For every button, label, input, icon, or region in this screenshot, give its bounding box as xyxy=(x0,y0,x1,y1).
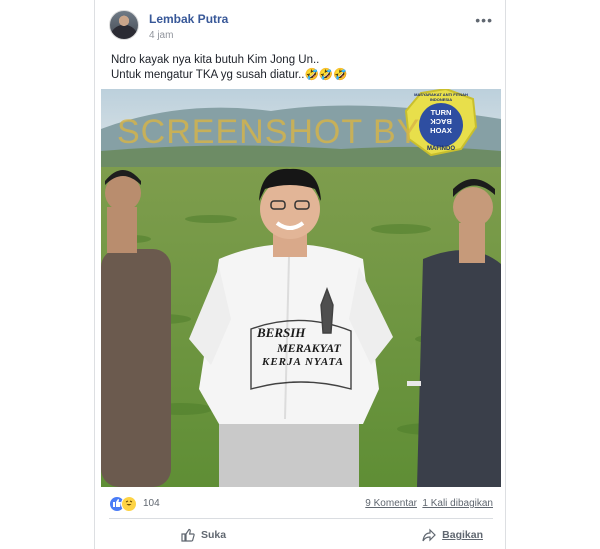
post-photo[interactable]: SCREENSHOT BY MASYARAKAT ANTI FITNAH IND… xyxy=(101,89,501,487)
slogan-line: KERJA NYATA xyxy=(261,356,345,368)
haha-reaction-icon xyxy=(121,496,137,512)
avatar[interactable] xyxy=(109,10,139,40)
badge-back-text: BACK xyxy=(430,117,452,126)
badge-turn-text: TURN xyxy=(430,108,452,117)
slogan-line: BERSIH xyxy=(257,325,306,340)
share-arrow-icon xyxy=(422,528,436,542)
reaction-icons[interactable] xyxy=(109,496,141,512)
badge-hoax-text: HOAX xyxy=(430,126,452,135)
badge-top-text: MASYARAKAT ANTI FITNAH INDONESIA xyxy=(414,92,468,102)
post-stats: 104 9 Komentar 1 Kali dibagikan xyxy=(109,494,493,514)
post-timestamp[interactable]: 4 jam xyxy=(149,30,173,41)
like-button[interactable]: Suka xyxy=(181,528,226,542)
slogan-line: MERAKYAT xyxy=(277,341,341,355)
author-name[interactable]: Lembak Putra xyxy=(149,12,228,26)
post-text: Ndro kayak nya kita butuh Kim Jong Un.. … xyxy=(111,53,491,83)
comments-link[interactable]: 9 Komentar xyxy=(365,498,417,509)
reaction-count[interactable]: 104 xyxy=(143,498,160,509)
more-options-icon[interactable]: ••• xyxy=(475,12,493,28)
like-label: Suka xyxy=(201,529,227,541)
shares-link[interactable]: 1 Kali dibagikan xyxy=(422,498,493,509)
badge-bottom-text: MAFINDO xyxy=(427,146,455,152)
divider xyxy=(109,518,493,519)
post-card: Lembak Putra 4 jam ••• Ndro kayak nya ki… xyxy=(94,0,506,549)
slogan-logo: BERSIH MERAKYAT KERJA NYATA xyxy=(251,325,355,368)
post-text-line: Ndro kayak nya kita butuh Kim Jong Un.. xyxy=(111,54,320,66)
watermark-text: SCREENSHOT BY xyxy=(117,113,421,151)
post-text-line: Untuk mengatur TKA yg susah diatur..🤣🤣🤣 xyxy=(111,69,348,81)
share-button[interactable]: Bagikan xyxy=(422,528,483,542)
action-bar: Suka Bagikan xyxy=(109,522,493,548)
share-label: Bagikan xyxy=(442,529,483,541)
post-header: Lembak Putra 4 jam ••• xyxy=(109,10,493,44)
thumbs-up-icon xyxy=(181,528,195,542)
mafindo-badge: MASYARAKAT ANTI FITNAH INDONESIA TURN BA… xyxy=(406,89,476,155)
